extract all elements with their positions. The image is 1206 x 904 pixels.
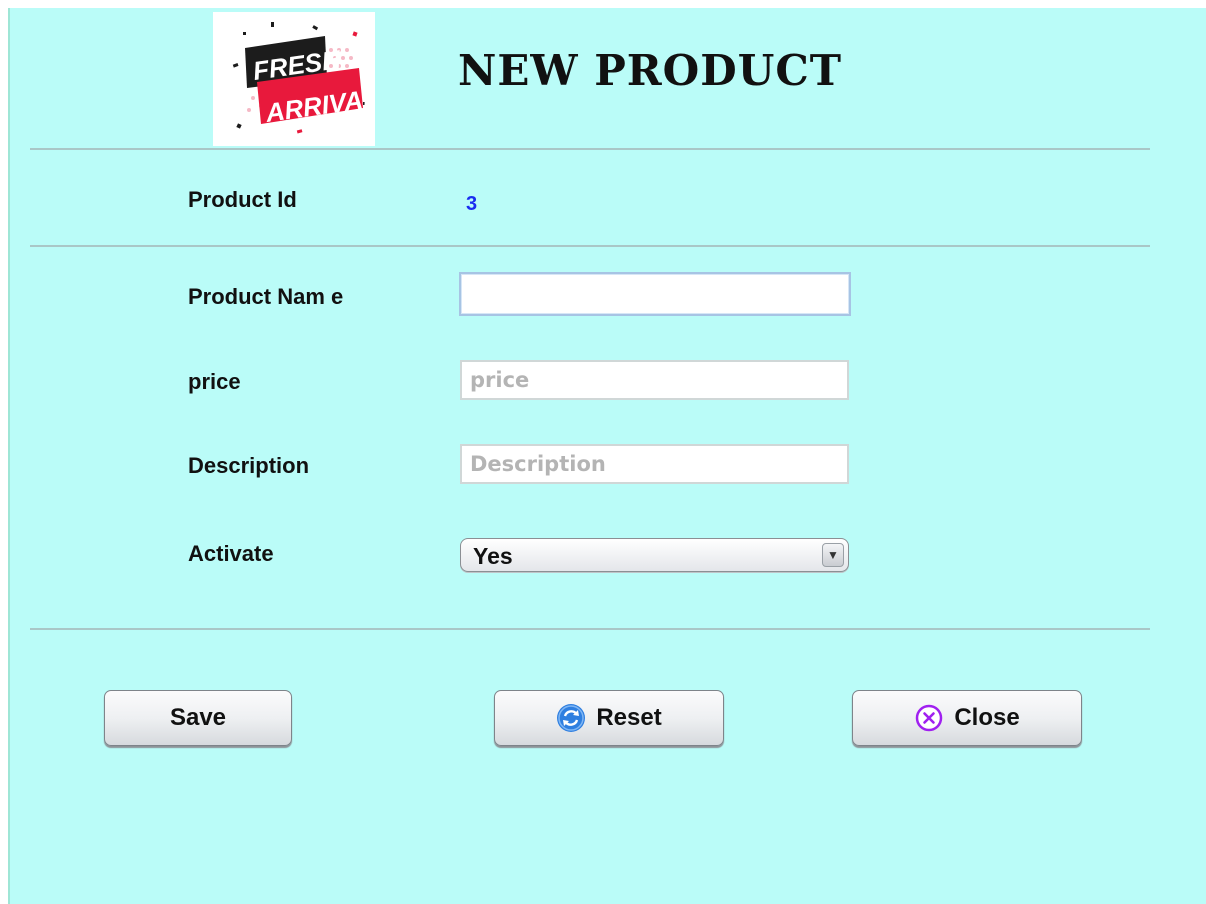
description-label: Description xyxy=(188,453,310,478)
product-name-label: Product Nam e xyxy=(188,284,344,309)
product-id-value: 3 xyxy=(466,193,478,215)
page-title: NEW PRODUCT xyxy=(458,46,842,95)
close-circle-icon xyxy=(914,703,944,733)
activate-label: Activate xyxy=(188,541,274,566)
close-button[interactable]: Close xyxy=(852,690,1082,746)
reset-button[interactable]: Reset xyxy=(494,690,724,746)
product-name-input[interactable] xyxy=(459,272,851,316)
product-id-label: Product Id xyxy=(188,187,297,212)
fresh-arrival-logo: FRESH ARRIVAL xyxy=(213,12,375,146)
save-button[interactable]: Save xyxy=(104,690,292,746)
description-input[interactable] xyxy=(460,444,849,484)
divider-middle xyxy=(30,245,1150,247)
activate-selected-value: Yes xyxy=(473,543,513,569)
refresh-icon xyxy=(556,703,586,733)
divider-bottom xyxy=(30,628,1150,630)
divider-top xyxy=(30,148,1150,150)
reset-button-label: Reset xyxy=(596,704,662,731)
save-button-label: Save xyxy=(169,704,227,731)
activate-dropdown[interactable]: Yes ▼ xyxy=(460,538,849,572)
dropdown-arrow-icon[interactable]: ▼ xyxy=(822,543,844,567)
price-label: price xyxy=(188,369,241,394)
price-input[interactable] xyxy=(460,360,849,400)
window: FRESH ARRIVAL NEW PRODUCT Product Id 3 P… xyxy=(0,0,1206,904)
close-button-label: Close xyxy=(954,704,1020,731)
